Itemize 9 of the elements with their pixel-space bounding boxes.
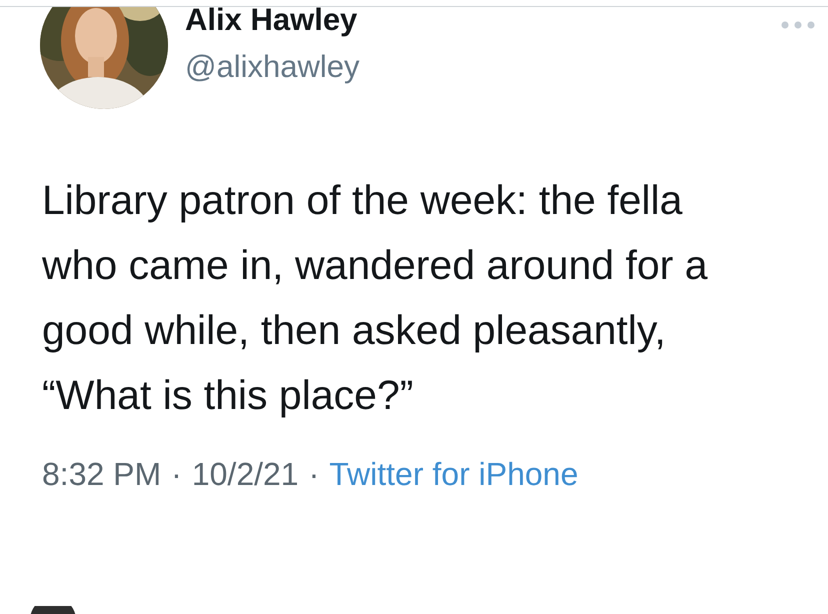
separator-dot: · — [171, 456, 182, 493]
separator-dot: · — [308, 456, 320, 493]
more-options-icon[interactable] — [781, 21, 815, 29]
author-name[interactable]: Alix Hawley — [185, 7, 360, 35]
tweet-text: Library patron of the week: the fella who came in, wandered around for a good while, then asked pleasantly, “What is this place?” — [42, 176, 709, 420]
tweet-date: 10/2/21 — [192, 456, 299, 493]
source-link[interactable]: Twitter for iPhone — [329, 456, 578, 493]
tweet-time: 8:32 PM — [42, 456, 162, 493]
author-handle[interactable]: @alixhawley — [185, 49, 360, 85]
